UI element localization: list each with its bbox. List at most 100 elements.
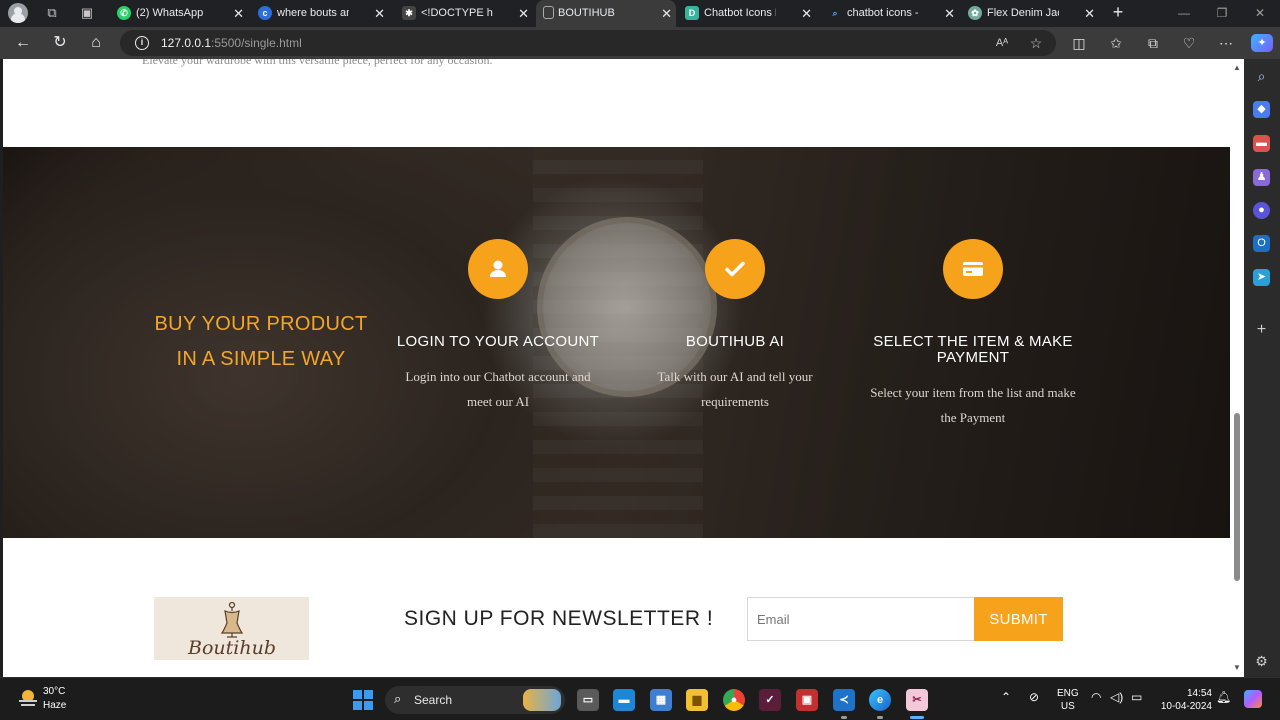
maximize-button[interactable]: ❐	[1204, 0, 1240, 27]
edge-running-indicator	[877, 716, 883, 719]
step-description: Talk with our AI and tell your requireme…	[620, 364, 850, 414]
clock[interactable]: 14:54 10-04-2024	[1156, 687, 1212, 713]
snipping-tool-icon[interactable]: ✂	[906, 689, 928, 711]
notification-bell-icon[interactable]: 🔔︎	[1216, 690, 1231, 704]
newsletter-title: SIGN UP FOR NEWSLETTER !	[404, 607, 714, 630]
games-icon[interactable]: ♟	[1253, 169, 1270, 186]
scroll-down-arrow-icon[interactable]: ▼	[1232, 663, 1242, 672]
search-highlight-image	[523, 689, 561, 711]
search-icon: ⌕	[832, 8, 838, 18]
boutihub-logo[interactable]: Boutihub	[154, 597, 309, 660]
edge-icon[interactable]: e	[869, 689, 891, 711]
more-options-icon[interactable]: ⋯	[1215, 34, 1237, 52]
search-icon: ⌕	[394, 691, 402, 706]
tab-whatsapp[interactable]: ✆ (2) WhatsApp ✕	[114, 0, 248, 27]
pdf-reader-icon[interactable]: ▣	[796, 689, 818, 711]
wifi-icon[interactable]: ◠	[1091, 690, 1101, 704]
browser-essentials-icon[interactable]: ♡	[1178, 34, 1200, 52]
back-button[interactable]: ←	[12, 33, 34, 53]
clock-date: 10-04-2024	[1160, 701, 1212, 712]
new-tab-button[interactable]: +	[1109, 0, 1127, 27]
send-icon[interactable]: ➤	[1253, 269, 1270, 286]
window-close-button[interactable]: ✕	[1242, 0, 1278, 27]
close-icon[interactable]: ✕	[518, 0, 529, 27]
browser-toolbar: ← ↻ ⌂ i 127.0.0.1:5500/single.html Aᴬ ☆ …	[0, 27, 1280, 59]
page-scrollbar[interactable]: ▲ ▼	[1230, 59, 1244, 677]
collections-icon[interactable]: ⧉	[1142, 34, 1164, 52]
tab-doctype[interactable]: ✱ <!DOCTYPE html> ✕	[399, 0, 533, 27]
step-desc-line1: Talk with our AI and tell your	[657, 369, 813, 384]
credit-card-icon	[943, 239, 1003, 299]
step-ai: BOUTIHUB AI Talk with our AI and tell yo…	[620, 239, 850, 414]
show-hidden-icons-chevron-icon[interactable]: ⌃	[1001, 690, 1011, 704]
tab-actions-icon[interactable]: ▣	[78, 4, 96, 22]
tools-icon[interactable]: ▬	[1253, 135, 1270, 152]
desktop-app-icon[interactable]: ▬	[613, 689, 635, 711]
split-screen-icon[interactable]: ◫	[1068, 34, 1090, 52]
tab-chatbot-icons[interactable]: D Chatbot Icons Phot ✕	[682, 0, 816, 27]
step-title-line2: PAYMENT	[936, 349, 1010, 366]
vscode-icon[interactable]: ≺	[833, 689, 855, 711]
weather-condition[interactable]: Haze	[43, 700, 66, 711]
profile-avatar[interactable]	[8, 3, 28, 23]
add-icon[interactable]: +	[1253, 321, 1270, 338]
address-bar[interactable]: i 127.0.0.1:5500/single.html Aᴬ ☆	[120, 30, 1056, 56]
scroll-thumb[interactable]	[1234, 413, 1240, 581]
app-icon[interactable]: ✓	[759, 689, 781, 711]
url-text[interactable]: 127.0.0.1:5500/single.html	[161, 30, 302, 56]
read-aloud-icon[interactable]: Aᴬ	[992, 34, 1012, 52]
minimize-button[interactable]: —	[1166, 0, 1202, 27]
copilot-sidebar-icon[interactable]: ●	[1253, 202, 1270, 219]
workspaces-icon[interactable]: ⧉	[43, 4, 61, 22]
tab-boutihub[interactable]: BOUTIHUB ✕	[536, 0, 676, 27]
favorites-icon[interactable]: ✩	[1105, 34, 1127, 52]
close-icon[interactable]: ✕	[944, 0, 955, 27]
tab-chatbot-search[interactable]: ⌕ chatbot icons - Sea ✕	[825, 0, 959, 27]
step-title: LOGIN TO YOUR ACCOUNT	[396, 333, 600, 350]
refresh-button[interactable]: ↻	[49, 33, 71, 53]
tab-flex-denim[interactable]: ✿ Flex Denim Jacket I ✕	[965, 0, 1099, 27]
tab-copilot-search[interactable]: c where bouts and bu ✕	[255, 0, 389, 27]
close-icon[interactable]: ✕	[801, 0, 812, 27]
outlook-icon[interactable]: O	[1253, 235, 1270, 252]
step-title: BOUTIHUB AI	[685, 333, 785, 350]
copilot-taskbar-icon[interactable]	[1244, 690, 1262, 708]
network-off-icon[interactable]: ⊘	[1029, 690, 1039, 704]
battery-icon[interactable]: ▭	[1131, 690, 1142, 704]
taskbar-search[interactable]: ⌕ Search	[385, 686, 565, 714]
close-icon[interactable]: ✕	[1084, 0, 1095, 27]
weather-haze-icon[interactable]	[17, 688, 39, 708]
weather-temperature[interactable]: 30°C	[43, 686, 65, 697]
scroll-up-arrow-icon[interactable]: ▲	[1232, 63, 1242, 72]
page-viewport: Elevate your wardrobe with this versatil…	[3, 59, 1230, 677]
copilot-icon[interactable]: ✦	[1251, 34, 1273, 52]
search-label: Search	[414, 693, 453, 707]
close-icon[interactable]: ✕	[661, 0, 672, 27]
task-view-icon[interactable]: ▭	[577, 689, 599, 711]
vscode-running-indicator	[841, 716, 847, 719]
how-it-works-section: BUY YOUR PRODUCT IN A SIMPLE WAY LOGIN T…	[3, 147, 1230, 538]
info-icon[interactable]: i	[135, 36, 149, 50]
volume-icon[interactable]: ◁)	[1110, 690, 1123, 704]
tab-label: Chatbot Icons Phot	[704, 7, 776, 19]
user-icon	[468, 239, 528, 299]
copilot-icon: c	[258, 6, 272, 20]
submit-button[interactable]: SUBMIT	[974, 597, 1063, 641]
search-icon[interactable]: ⌕	[1253, 68, 1270, 85]
settings-gear-icon[interactable]: ⚙	[1253, 653, 1270, 670]
favorite-star-icon[interactable]: ☆	[1026, 34, 1046, 52]
close-icon[interactable]: ✕	[374, 0, 385, 27]
file-explorer-icon[interactable]: ▆	[686, 689, 708, 711]
site-icon: D	[685, 6, 699, 20]
step-title: SELECT THE ITEM & MAKE PAYMENT	[858, 334, 1088, 366]
home-button[interactable]: ⌂	[85, 33, 107, 53]
photos-icon[interactable]: ▦	[650, 689, 672, 711]
tag-icon[interactable]: ◆	[1253, 101, 1270, 118]
windows-start-icon[interactable]	[353, 690, 373, 710]
product-description: Elevate your wardrobe with this versatil…	[142, 59, 493, 67]
language-indicator[interactable]: ENG US	[1057, 687, 1079, 713]
step-description: Select your item from the list and make …	[858, 380, 1088, 430]
close-icon[interactable]: ✕	[233, 0, 244, 27]
chrome-icon[interactable]: ●	[723, 689, 745, 711]
email-input[interactable]	[747, 597, 974, 641]
